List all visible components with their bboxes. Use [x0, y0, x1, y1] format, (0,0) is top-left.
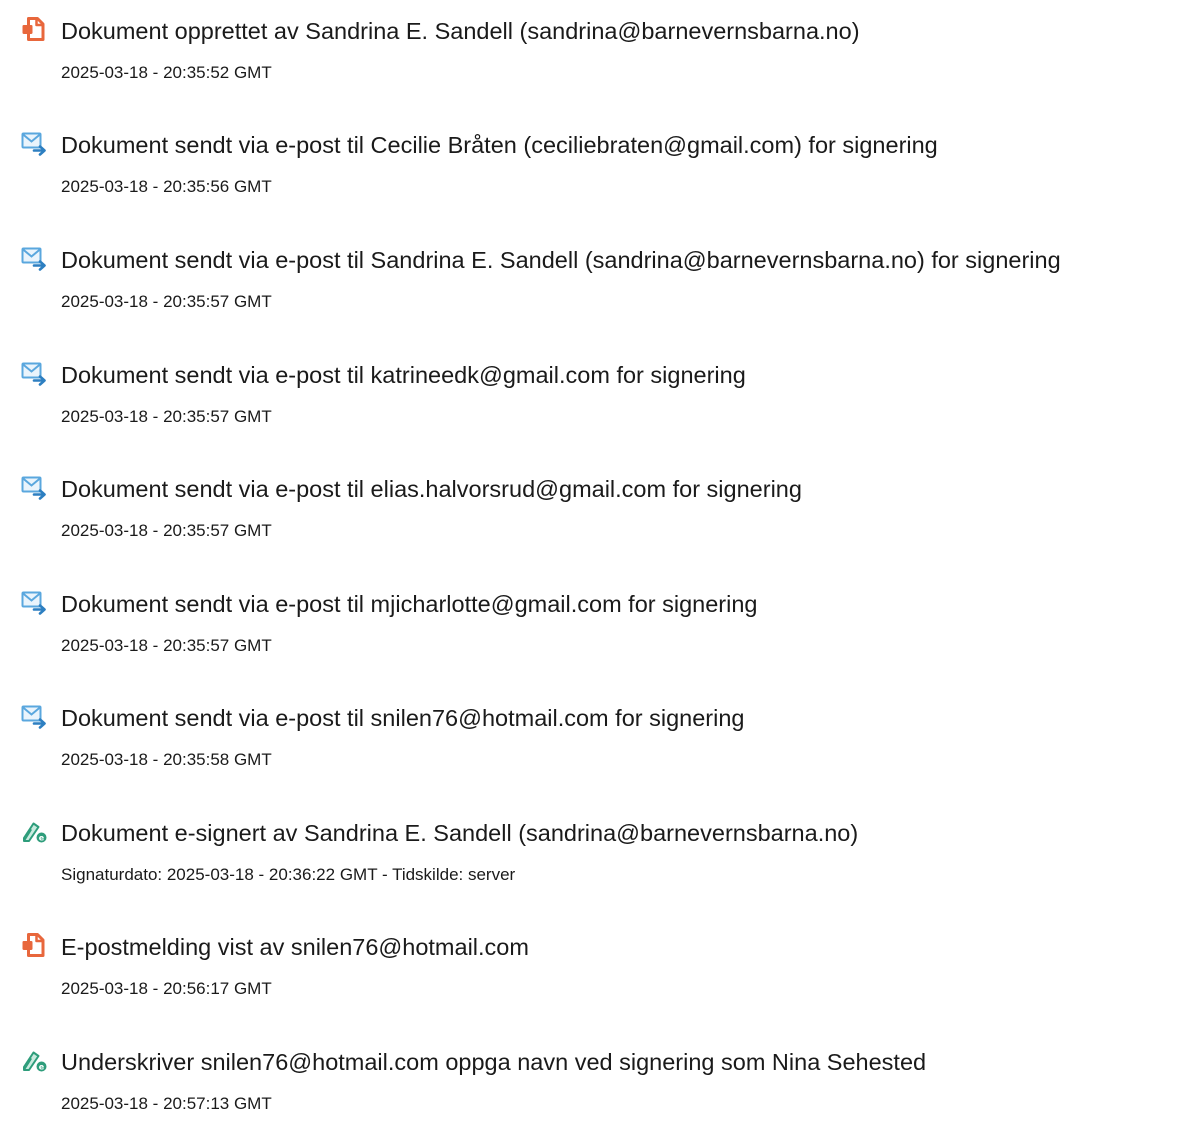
log-entry-title: E-postmelding vist av snilen76@hotmail.c…: [61, 934, 529, 960]
email-sent-icon: [21, 589, 47, 615]
log-entry-title: Dokument sendt via e-post til Sandrina E…: [61, 247, 1061, 273]
log-entry-timestamp: Signaturdato: 2025-03-18 - 20:36:22 GMT …: [61, 865, 516, 884]
log-entry-title: Dokument sendt via e-post til Cecilie Br…: [61, 132, 938, 158]
log-entry-timestamp: 2025-03-18 - 20:35:56 GMT: [61, 177, 272, 196]
log-entry-title: Underskriver snilen76@hotmail.com oppga …: [61, 1049, 927, 1075]
log-entry: e Dokument e-signert av Sandrina E. Sand…: [0, 818, 1196, 918]
log-entry-timestamp: 2025-03-18 - 20:35:57 GMT: [61, 636, 272, 655]
log-entry: Dokument sendt via e-post til Sandrina E…: [0, 245, 1196, 345]
email-sent-icon: [21, 245, 47, 271]
e-signed-icon: e: [21, 818, 47, 844]
log-entry: Dokument sendt via e-post til elias.halv…: [0, 474, 1196, 574]
log-entry-timestamp: 2025-03-18 - 20:56:17 GMT: [61, 979, 272, 998]
log-entry: E-postmelding vist av snilen76@hotmail.c…: [0, 932, 1196, 1032]
log-entry: Dokument sendt via e-post til katrineedk…: [0, 360, 1196, 460]
email-sent-icon: [21, 360, 47, 386]
log-entry-timestamp: 2025-03-18 - 20:35:57 GMT: [61, 521, 272, 540]
email-sent-icon: [21, 474, 47, 500]
email-viewed-icon: [21, 932, 47, 958]
log-entry-title: Dokument sendt via e-post til katrineedk…: [61, 362, 746, 388]
email-sent-icon: [21, 703, 47, 729]
signer-name-icon: e: [21, 1047, 47, 1073]
log-entry: Dokument sendt via e-post til snilen76@h…: [0, 703, 1196, 803]
log-entry-title: Dokument sendt via e-post til elias.halv…: [61, 476, 802, 502]
log-entry: Dokument opprettet av Sandrina E. Sandel…: [0, 16, 1196, 116]
log-entry-timestamp: 2025-03-18 - 20:35:58 GMT: [61, 750, 272, 769]
log-entry: Dokument sendt via e-post til Cecilie Br…: [0, 130, 1196, 230]
log-entry-title: Dokument e-signert av Sandrina E. Sandel…: [61, 820, 859, 846]
log-entry: Dokument sendt via e-post til mjicharlot…: [0, 589, 1196, 689]
log-entry-timestamp: 2025-03-18 - 20:35:52 GMT: [61, 63, 272, 82]
log-entry-title: Dokument sendt via e-post til snilen76@h…: [61, 705, 745, 731]
log-entry: e Underskriver snilen76@hotmail.com oppg…: [0, 1047, 1196, 1147]
log-entry-timestamp: 2025-03-18 - 20:57:13 GMT: [61, 1094, 272, 1113]
document-created-icon: [21, 16, 47, 42]
svg-text:e: e: [39, 834, 45, 843]
svg-text:e: e: [39, 1063, 45, 1072]
log-entry-title: Dokument sendt via e-post til mjicharlot…: [61, 591, 758, 617]
log-entry-timestamp: 2025-03-18 - 20:35:57 GMT: [61, 407, 272, 426]
email-sent-icon: [21, 130, 47, 156]
log-entry-title: Dokument opprettet av Sandrina E. Sandel…: [61, 18, 860, 44]
log-entry-timestamp: 2025-03-18 - 20:35:57 GMT: [61, 292, 272, 311]
